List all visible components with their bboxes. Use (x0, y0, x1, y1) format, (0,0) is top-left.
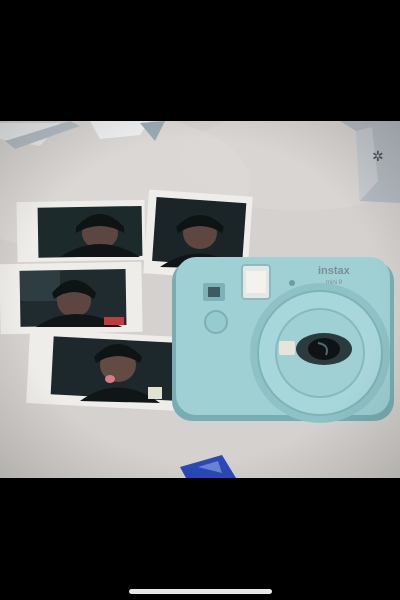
photo-content: ✲ (0, 121, 400, 478)
scene-illustration: ✲ (0, 121, 400, 478)
home-indicator[interactable] (129, 589, 272, 594)
